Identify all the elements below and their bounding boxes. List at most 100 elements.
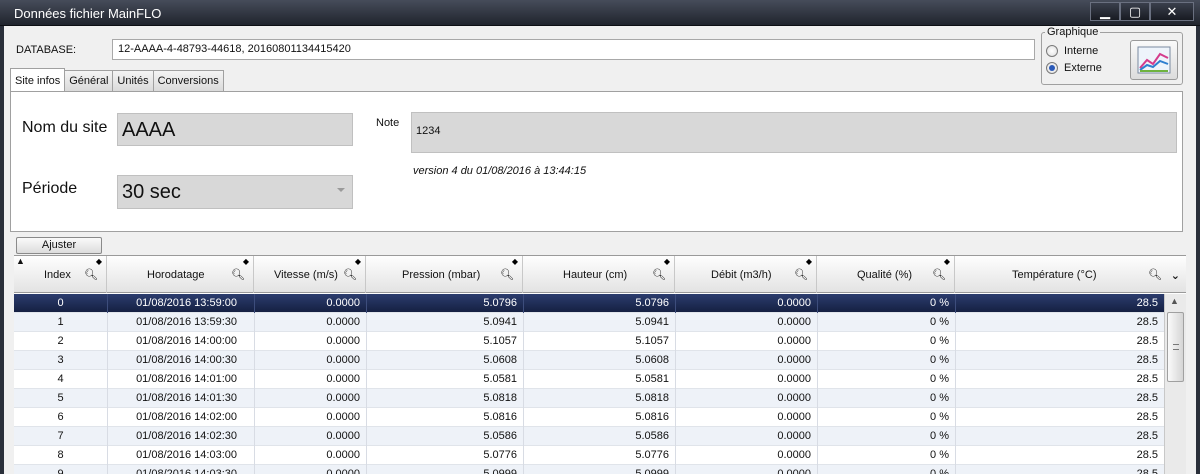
column-separator (955, 332, 956, 351)
column-separator (107, 370, 108, 389)
radio-externe-circle[interactable] (1046, 62, 1058, 74)
table-cell: 0.0000 (777, 468, 811, 474)
column-separator (254, 313, 255, 332)
table-row[interactable]: 3 01/08/2016 14:00:30 0.0000 5.0608 5.0608 0.… (14, 351, 1164, 370)
sort-icon[interactable]: ◆ (664, 257, 670, 266)
table-cell: 9 (57, 468, 64, 474)
table-cell: 28.5 (1136, 316, 1158, 328)
sort-icon[interactable]: ◆ (944, 257, 950, 266)
table-cell: 5.1057 (483, 335, 517, 347)
database-field[interactable]: 12-AAAA-4-48793-44618, 20160801134415420 (112, 39, 1035, 60)
column-header-index[interactable]: Index ◆ 🔍︎ (14, 256, 107, 293)
sort-icon[interactable]: ◆ (96, 257, 102, 266)
table-cell: 5.0608 (635, 354, 669, 366)
column-header-temperature[interactable]: Température (°C) 🔍︎ (955, 256, 1164, 293)
sort-icon[interactable]: ◆ (512, 257, 518, 266)
table-cell: 01/08/2016 14:00:30 (136, 354, 237, 366)
column-label: Débit (m3/h) (711, 269, 772, 281)
maximize-button[interactable]: ▢ (1120, 2, 1150, 21)
table-cell: 0.0000 (326, 468, 360, 474)
table-row[interactable]: 5 01/08/2016 14:01:30 0.0000 5.0818 5.0818 0.… (14, 389, 1164, 408)
radio-externe[interactable]: Externe (1046, 62, 1102, 74)
filter-key-icon[interactable]: 🔍︎ (84, 268, 98, 281)
table-cell: 0.0000 (777, 411, 811, 423)
sort-icon[interactable]: ◆ (243, 257, 249, 266)
table-row[interactable]: 4 01/08/2016 14:01:00 0.0000 5.0581 5.0581 0.… (14, 370, 1164, 389)
scrollbar-thumb[interactable] (1167, 312, 1184, 382)
sort-icon[interactable]: ◆ (355, 257, 361, 266)
note-label: Note (376, 117, 400, 129)
table-cell: 01/08/2016 14:03:00 (136, 449, 237, 461)
table-cell: 2 (57, 335, 64, 347)
table-row[interactable]: 7 01/08/2016 14:02:30 0.0000 5.0586 5.0586 0.… (14, 427, 1164, 446)
column-separator (675, 351, 676, 370)
scroll-up-icon[interactable]: ▲ (1170, 296, 1179, 306)
data-grid: ▲ Index ◆ 🔍︎ Horodatage ◆ 🔍︎ Vitesse (m/… (14, 255, 1186, 474)
filter-key-icon[interactable]: 🔍︎ (1148, 268, 1162, 281)
column-header-debit[interactable]: Débit (m3/h) ◆ 🔍︎ (675, 256, 817, 293)
periode-select[interactable]: 30 sec (117, 175, 353, 209)
table-row[interactable]: 8 01/08/2016 14:03:00 0.0000 5.0776 5.0776 0.… (14, 446, 1164, 465)
radio-interne[interactable]: Interne (1046, 45, 1098, 57)
table-cell: 5.0796 (483, 297, 517, 309)
column-separator (366, 427, 367, 446)
table-cell: 5.0581 (635, 373, 669, 385)
filter-key-icon[interactable]: 🔍︎ (652, 268, 666, 281)
column-separator (366, 465, 367, 474)
column-separator (523, 427, 524, 446)
column-separator (955, 427, 956, 446)
column-header-horodatage[interactable]: Horodatage ◆ 🔍︎ (107, 256, 254, 293)
column-separator (817, 389, 818, 408)
column-label: Vitesse (m/s) (274, 269, 338, 281)
minimize-button[interactable]: ▁ (1090, 2, 1120, 21)
column-separator (523, 408, 524, 427)
column-label: Pression (mbar) (402, 269, 481, 281)
site-infos-panel: Nom du site AAAA Période 30 sec Note 123… (10, 91, 1183, 232)
vertical-scrollbar[interactable]: ▲ (1164, 294, 1186, 474)
table-cell: 0.0000 (326, 373, 360, 385)
table-row[interactable]: 6 01/08/2016 14:02:00 0.0000 5.0816 5.0816 0.… (14, 408, 1164, 427)
tab-conversions[interactable]: Conversions (152, 70, 224, 91)
sort-icon[interactable]: ◆ (806, 257, 812, 266)
table-cell: 5.0816 (635, 411, 669, 423)
tab-general[interactable]: Général (64, 70, 114, 91)
column-separator (955, 465, 956, 474)
note-field[interactable]: 1234 (411, 112, 1177, 153)
table-row[interactable]: 1 01/08/2016 13:59:30 0.0000 5.0941 5.0941 0.… (14, 313, 1164, 332)
column-header-qualite[interactable]: Qualité (%) ◆ 🔍︎ (817, 256, 955, 293)
graph-button[interactable] (1130, 40, 1178, 80)
table-cell: 01/08/2016 14:02:00 (136, 411, 237, 423)
table-cell: 5.0608 (483, 354, 517, 366)
column-separator (817, 465, 818, 474)
ajuster-button[interactable]: Ajuster (16, 237, 102, 254)
collapse-columns-icon[interactable]: ⌄ (1171, 269, 1180, 282)
column-separator (675, 465, 676, 474)
column-separator (107, 351, 108, 370)
filter-key-icon[interactable]: 🔍︎ (343, 268, 357, 281)
column-label: Index (44, 269, 71, 281)
table-cell: 0 % (930, 373, 949, 385)
tab-unites[interactable]: Unités (112, 70, 154, 91)
filter-key-icon[interactable]: 🔍︎ (231, 268, 245, 281)
table-row[interactable]: 9 01/08/2016 14:03:30 0.0000 5.0999 5.0999 0.… (14, 465, 1164, 474)
filter-key-icon[interactable]: 🔍︎ (932, 268, 946, 281)
table-cell: 0.0000 (777, 392, 811, 404)
table-row[interactable]: 0 01/08/2016 13:59:00 0.0000 5.0796 5.0796 0.… (14, 294, 1164, 313)
column-header-pression[interactable]: Pression (mbar) ◆ 🔍︎ (366, 256, 523, 293)
tab-site-infos[interactable]: Site infos (10, 68, 66, 91)
filter-key-icon[interactable]: 🔍︎ (794, 268, 808, 281)
close-button[interactable]: ✕ (1150, 2, 1194, 21)
column-header-vitesse[interactable]: Vitesse (m/s) ◆ 🔍︎ (254, 256, 366, 293)
window-titlebar: Données fichier MainFLO ▁ ▢ ✕ (0, 0, 1200, 26)
column-separator (254, 389, 255, 408)
column-separator (366, 370, 367, 389)
column-header-hauteur[interactable]: Hauteur (cm) ◆ 🔍︎ (523, 256, 675, 293)
nom-du-site-field[interactable]: AAAA (117, 113, 353, 146)
filter-key-icon[interactable]: 🔍︎ (500, 268, 514, 281)
table-row[interactable]: 2 01/08/2016 14:00:00 0.0000 5.1057 5.1057 0.… (14, 332, 1164, 351)
table-cell: 0.0000 (326, 411, 360, 423)
table-cell: 5.0941 (635, 316, 669, 328)
radio-interne-circle[interactable] (1046, 45, 1058, 57)
column-separator (675, 389, 676, 408)
minimize-icon: ▁ (1100, 3, 1110, 19)
